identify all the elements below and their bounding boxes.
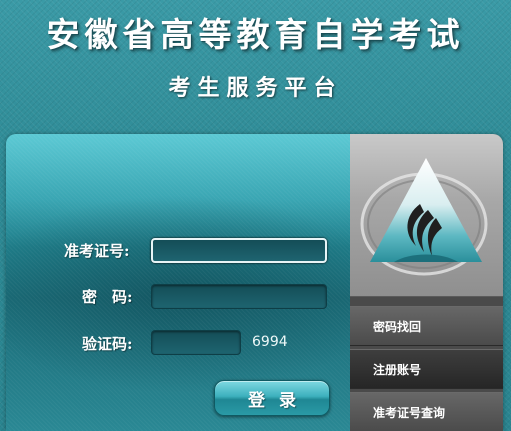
password-input[interactable] [151,284,327,309]
logo-emblem-icon [360,158,488,276]
find-password-link[interactable]: 密码找回 [350,306,503,346]
captcha-label: 验证码: [82,335,133,353]
exam-id-input[interactable] [151,238,327,263]
exam-id-label: 准考证号: [64,242,130,260]
password-label: 密 码: [82,288,133,306]
captcha-input[interactable] [151,330,241,355]
register-account-link[interactable]: 注册账号 [350,349,503,389]
exam-id-query-link[interactable]: 准考证号查询 [350,392,503,431]
captcha-code[interactable]: 6994 [252,334,288,350]
page-subtitle: 考生服务平台 [168,75,343,101]
page-title: 安徽省高等教育自学考试 [46,15,465,54]
logo [350,134,503,297]
login-form: 准考证号: 密 码: 验证码: 6994 登录 [6,134,396,431]
sidebar: 密码找回 注册账号 准考证号查询 [350,134,503,431]
login-panel: 准考证号: 密 码: 验证码: 6994 登录 密码找回 注册账号 准考证号查询 [6,134,503,431]
login-button[interactable]: 登录 [214,380,330,416]
